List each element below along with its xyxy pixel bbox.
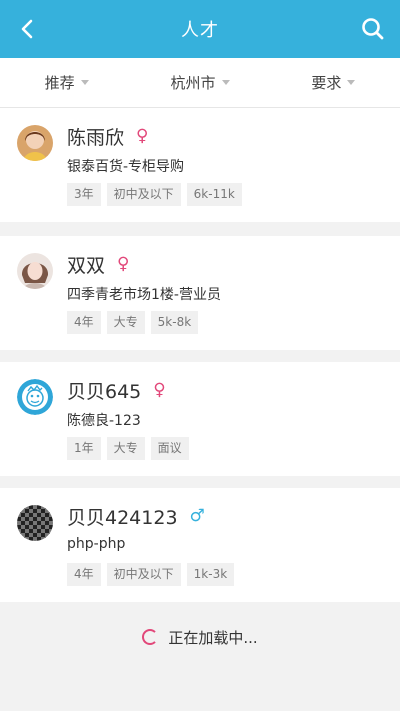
candidate-name: 贝贝645 (67, 380, 142, 403)
caret-down-icon (221, 80, 230, 85)
avatar (17, 505, 53, 541)
tag-list: 4年 初中及以下 1k-3k (67, 563, 240, 586)
tag-list: 3年 初中及以下 6k-11k (67, 183, 248, 206)
candidate-job: 银泰百货-专柜导购 (67, 159, 185, 175)
candidate-job: 陈德良-123 (67, 413, 141, 429)
filter-city[interactable]: 杭州市 (133, 72, 266, 93)
filter-label: 杭州市 (170, 74, 216, 92)
page-title: 人才 (181, 20, 219, 41)
tag-salary: 1k-3k (186, 563, 235, 586)
filter-recommend[interactable]: 推荐 (0, 72, 133, 93)
candidate-card[interactable]: 双双 ♀ 四季青老市场1楼-营业员 4年 大专 5k-8k (0, 236, 400, 350)
caret-down-icon (80, 80, 89, 85)
filter-bar: 推荐 杭州市 要求 (0, 58, 400, 108)
filter-requirements[interactable]: 要求 (267, 72, 400, 93)
loading-text: 正在加载中... (168, 628, 258, 647)
tag-list: 1年 大专 面议 (67, 437, 195, 460)
avatar (17, 253, 53, 289)
tag-education: 初中及以下 (106, 563, 181, 586)
tag-experience: 1年 (67, 437, 101, 460)
candidate-name: 陈雨欣 (67, 126, 125, 149)
avatar (17, 379, 53, 415)
search-icon[interactable] (360, 16, 386, 42)
avatar (17, 125, 53, 161)
tag-salary: 面议 (150, 437, 189, 460)
filter-label: 推荐 (44, 74, 75, 92)
candidate-name: 双双 (67, 254, 106, 277)
spinner-icon (142, 629, 159, 645)
female-icon: ♀ (136, 126, 149, 146)
candidate-job: php-php (67, 536, 126, 552)
tag-experience: 4年 (67, 311, 101, 334)
filter-label: 要求 (311, 74, 342, 92)
tag-education: 大专 (106, 311, 145, 334)
tag-experience: 4年 (67, 563, 101, 586)
caret-down-icon (347, 80, 356, 85)
tag-salary: 5k-8k (150, 311, 199, 334)
top-app-bar: 人才 (0, 0, 400, 58)
chevron-left-icon[interactable] (16, 17, 40, 41)
tag-education: 大专 (106, 437, 145, 460)
female-icon: ♀ (153, 380, 166, 400)
tag-experience: 3年 (67, 183, 101, 206)
name-row: 贝贝424123 ♂ (67, 502, 205, 530)
candidate-card[interactable]: 陈雨欣 ♀ 银泰百货-专柜导购 3年 初中及以下 6k-11k (0, 108, 400, 222)
tag-salary: 6k-11k (186, 183, 242, 206)
candidate-card[interactable]: 贝贝424123 ♂ php-php 4年 初中及以下 1k-3k (0, 488, 400, 602)
name-row: 双双 ♀ (67, 250, 129, 278)
male-icon: ♂ (189, 506, 205, 526)
candidate-job: 四季青老市场1楼-营业员 (67, 287, 221, 303)
candidate-name: 贝贝424123 (67, 506, 178, 529)
candidate-card[interactable]: 贝贝645 ♀ 陈德良-123 1年 大专 面议 (0, 362, 400, 476)
name-row: 贝贝645 ♀ (67, 376, 166, 404)
loading-indicator: 正在加载中... (0, 612, 400, 662)
tag-education: 初中及以下 (106, 183, 181, 206)
tag-list: 4年 大专 5k-8k (67, 311, 204, 334)
name-row: 陈雨欣 ♀ (67, 122, 148, 150)
female-icon: ♀ (117, 254, 130, 274)
